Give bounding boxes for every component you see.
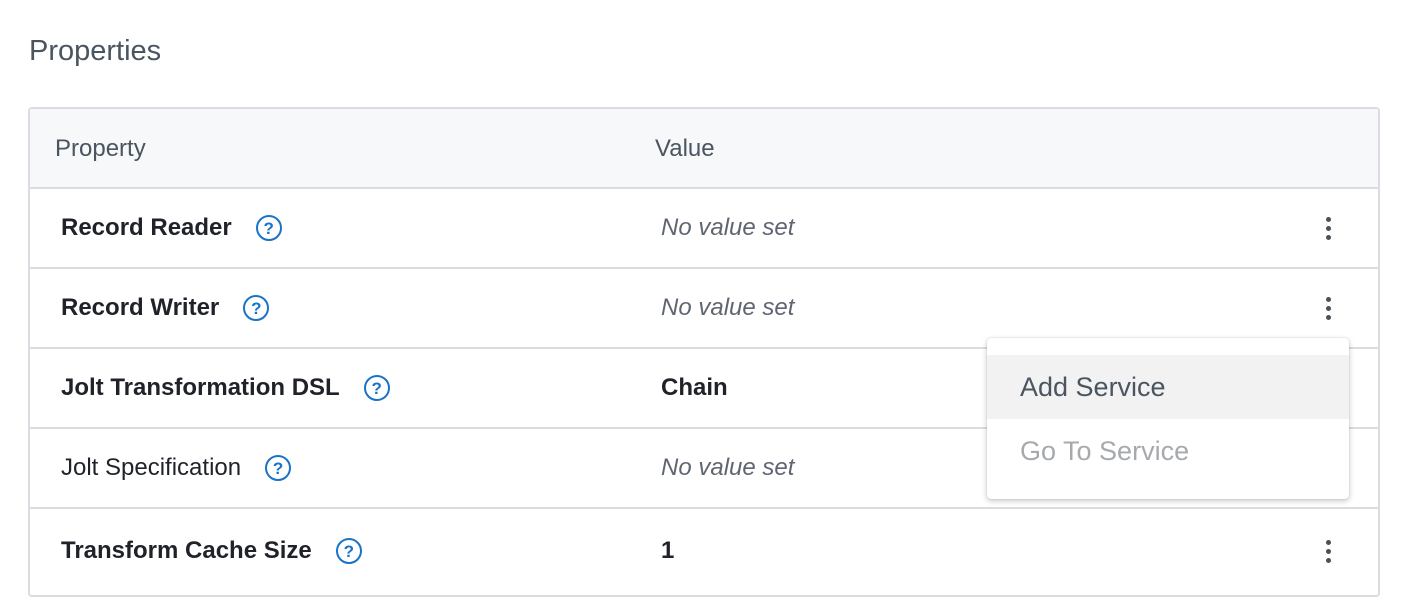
property-label: Record Writer (61, 294, 220, 321)
property-value[interactable]: 1 (661, 509, 674, 593)
more-options-icon[interactable] (1318, 269, 1338, 347)
property-label: Transform Cache Size (61, 537, 312, 564)
help-icon[interactable]: ? (363, 375, 390, 401)
column-header-value: Value (655, 135, 715, 162)
property-label: Jolt Specification (61, 454, 242, 481)
table-row: Record Reader ? No value set (30, 189, 1378, 269)
table-header: Property Value (30, 109, 1378, 189)
property-name: Record Writer ? (61, 269, 270, 347)
property-value[interactable]: No value set (661, 429, 794, 507)
table-row: Transform Cache Size ? 1 (30, 509, 1378, 595)
context-menu: Add Service Go To Service (987, 338, 1349, 499)
help-icon[interactable]: ? (243, 295, 270, 321)
property-name: Record Reader ? (61, 189, 282, 267)
property-name: Jolt Specification ? (61, 429, 292, 507)
table-row: Record Writer ? No value set (30, 269, 1378, 349)
section-title: Properties (29, 35, 162, 67)
property-label: Jolt Transformation DSL (61, 374, 340, 401)
more-options-icon[interactable] (1318, 189, 1338, 267)
property-value[interactable]: Chain (661, 349, 728, 427)
help-icon[interactable]: ? (265, 455, 292, 481)
help-icon[interactable]: ? (255, 215, 282, 241)
property-name: Jolt Transformation DSL ? (61, 349, 390, 427)
column-header-property: Property (55, 135, 146, 162)
property-value[interactable]: No value set (661, 189, 794, 267)
menu-item-go-to-service: Go To Service (1020, 435, 1190, 466)
help-icon[interactable]: ? (335, 538, 362, 564)
property-value[interactable]: No value set (661, 269, 794, 347)
menu-item-add-service[interactable]: Add Service (987, 355, 1349, 419)
more-options-icon[interactable] (1318, 509, 1338, 593)
property-label: Record Reader (61, 214, 232, 241)
properties-page: Properties Property Value Record Reader … (0, 0, 1410, 610)
property-name: Transform Cache Size ? (61, 509, 362, 593)
